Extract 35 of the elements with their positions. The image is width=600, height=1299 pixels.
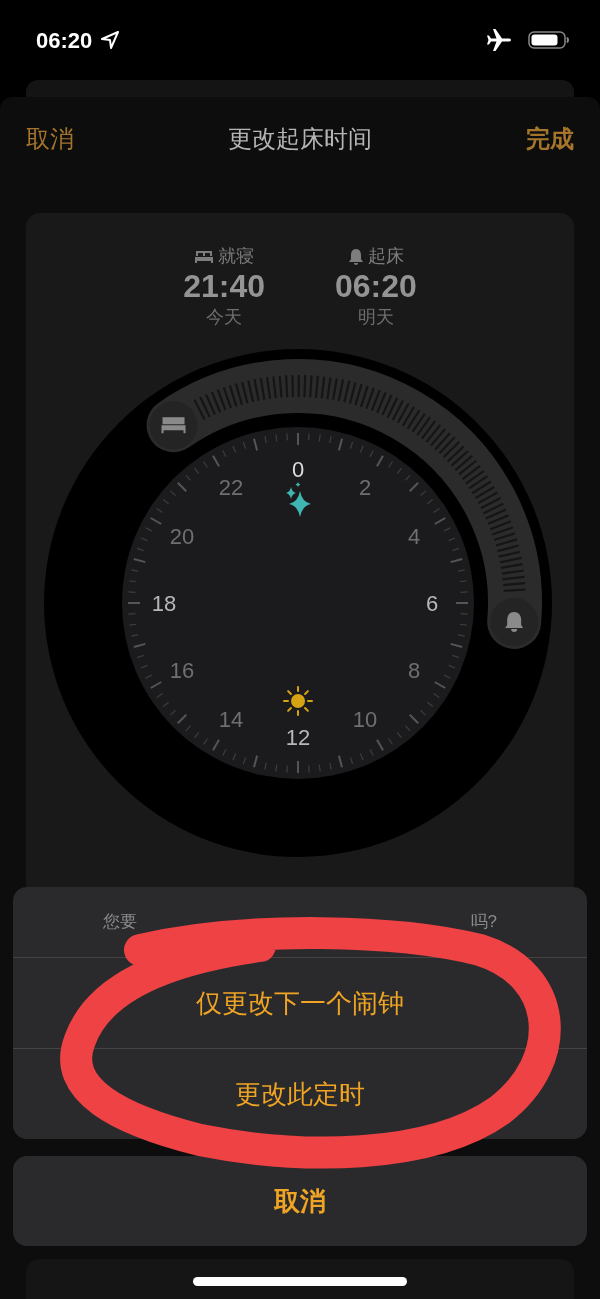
schedule-label: 就寝 <box>218 245 255 268</box>
schedule-day: 明天 <box>357 303 394 331</box>
bedtime-handle[interactable] <box>149 400 198 449</box>
hour-label: 4 <box>407 523 421 549</box>
bell-icon <box>347 247 364 266</box>
bed-icon <box>194 248 215 265</box>
hour-label: 8 <box>407 657 421 683</box>
schedule-label: 起床 <box>367 245 404 268</box>
sheet-cancel-button[interactable]: 取消 <box>13 1156 587 1246</box>
status-time: 06:20 <box>36 26 93 55</box>
airplane-icon <box>486 28 512 52</box>
hour-label: 0 <box>291 456 305 482</box>
hour-label: 2 <box>358 474 372 500</box>
hour-label: 10 <box>352 706 378 732</box>
sheet-message: 您要 <box>103 911 137 934</box>
hour-label: 22 <box>218 474 244 500</box>
hour-label: 12 <box>285 724 311 750</box>
location-icon <box>100 30 121 50</box>
schedule-time: 21:40 <box>183 270 265 304</box>
hour-label: 6 <box>425 590 439 616</box>
schedule-time: 06:20 <box>335 270 417 304</box>
cancel-button[interactable]: 取消 <box>26 121 74 157</box>
schedule-day: 今天 <box>206 303 243 331</box>
battery-icon <box>528 30 570 50</box>
sun-icon <box>283 685 313 716</box>
done-button[interactable]: 完成 <box>526 121 574 157</box>
hour-label: 18 <box>151 590 177 616</box>
hour-label: 14 <box>218 706 244 732</box>
sheet-option[interactable]: 仅更改下一个闹钟 <box>13 957 587 1048</box>
wake-handle[interactable] <box>490 597 539 646</box>
hour-label: 16 <box>169 657 195 683</box>
sheet-title: 更改起床时间 <box>228 124 372 154</box>
sparkle-icon <box>286 481 311 517</box>
sheet-message: 吗? <box>470 911 497 934</box>
hour-label: 20 <box>169 523 195 549</box>
